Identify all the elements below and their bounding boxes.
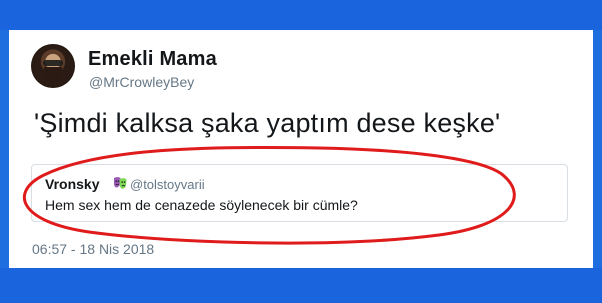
quoted-author-handle[interactable]: @tolstoyvarii [130,177,205,192]
avatar[interactable] [31,44,75,88]
author-name[interactable]: Emekli Mama [88,48,217,71]
quoted-tweet-text: Hem sex hem de cenazede söylenecek bir c… [45,197,358,213]
avatar-beard [44,67,62,83]
top-blue-band [0,0,602,30]
quoted-tweet[interactable]: Vronsky @tolstoyvarii Hem sex hem de cen… [31,164,568,222]
theater-masks-icon [114,177,127,189]
avatar-glasses [43,60,63,66]
quoted-author-name[interactable]: Vronsky [45,176,99,192]
tweet-timestamp[interactable]: 06:57 - 18 Nis 2018 [32,241,154,257]
tweet-text: 'Şimdi kalksa şaka yaptım dese keşke' [34,108,501,138]
author-handle[interactable]: @MrCrowleyBey [89,74,194,90]
tweet-card: Emekli Mama @MrCrowleyBey 'Şimdi kalksa … [9,30,593,268]
bottom-blue-band [0,268,602,303]
